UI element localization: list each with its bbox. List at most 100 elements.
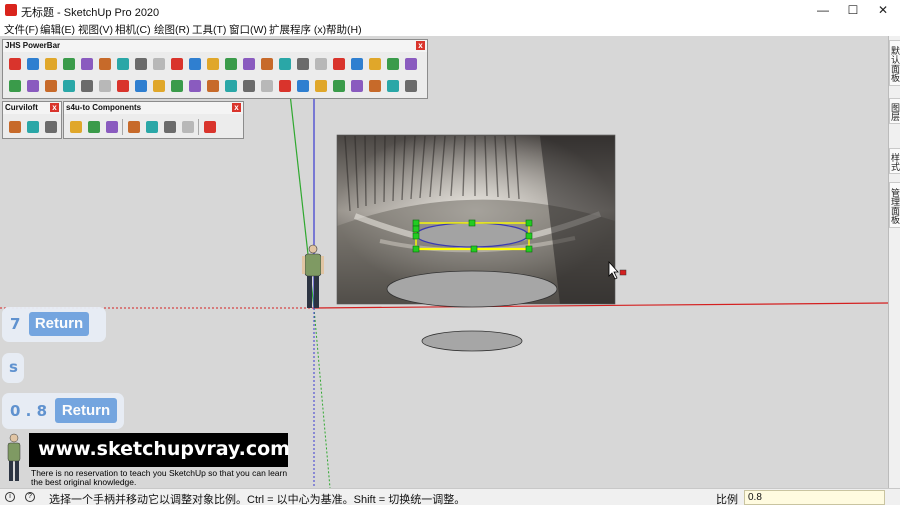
menu-tools[interactable]: 工具(T) [192,22,226,37]
tool-button[interactable] [403,56,419,72]
tool-button[interactable] [151,56,167,72]
tool-button[interactable] [349,56,365,72]
tool-button[interactable] [331,56,347,72]
tool-icon [207,80,219,92]
tool-button[interactable] [313,78,329,94]
toolbar-separator [198,119,199,135]
menu-file[interactable]: 文件(F) [4,22,38,37]
toolbar-close-button[interactable]: x [232,103,241,112]
tool-button[interactable] [7,56,23,72]
tool-button[interactable] [187,78,203,94]
tool-button[interactable] [115,78,131,94]
tool-button[interactable] [151,78,167,94]
close-button[interactable]: ✕ [868,0,898,20]
tool-button[interactable] [241,78,257,94]
tool-button[interactable] [43,119,59,135]
watermark-url: www.sketchupvray.com [38,438,290,460]
tool-icon [204,121,216,133]
tool-button[interactable] [187,56,203,72]
tool-icon [405,80,417,92]
keystroke-key: 0 . 8 [10,402,48,420]
circle-info-icon[interactable]: i [5,492,15,502]
tool-button[interactable] [223,78,239,94]
tool-icon [387,80,399,92]
tool-button[interactable] [205,56,221,72]
tool-button[interactable] [223,56,239,72]
tray-tab-styles[interactable]: 样式 [889,148,900,174]
tool-button[interactable] [133,78,149,94]
tool-button[interactable] [7,78,23,94]
minimize-button[interactable]: — [808,0,838,20]
tool-button[interactable] [385,78,401,94]
tool-button[interactable] [295,56,311,72]
tool-button[interactable] [25,119,41,135]
tool-button[interactable] [241,56,257,72]
keystroke-return-pill: Return [29,312,89,336]
tool-icon [128,121,140,133]
tool-button[interactable] [97,56,113,72]
tool-button[interactable] [295,78,311,94]
tool-button[interactable] [277,78,293,94]
tool-button[interactable] [169,78,185,94]
tool-button[interactable] [367,56,383,72]
tool-icon [146,121,158,133]
help-icon[interactable]: ? [25,492,35,502]
large-ellipse[interactable] [386,270,558,308]
tool-icon [63,80,75,92]
tool-button[interactable] [144,119,160,135]
tool-button[interactable] [180,119,196,135]
floor-ellipse[interactable] [421,330,523,352]
tool-button[interactable] [97,78,113,94]
tool-icon [182,121,194,133]
menu-edit[interactable]: 编辑(E) [40,22,75,37]
menu-extensions[interactable]: 扩展程序 (x) [269,22,326,37]
tool-button[interactable] [162,119,178,135]
tool-button[interactable] [7,119,23,135]
toolbar-close-button[interactable]: x [416,41,425,50]
tool-button[interactable] [43,78,59,94]
tool-button[interactable] [133,56,149,72]
tool-button[interactable] [202,119,218,135]
tool-button[interactable] [25,56,41,72]
tool-icon [153,58,165,70]
tool-button[interactable] [367,78,383,94]
tool-button[interactable] [259,78,275,94]
tool-button[interactable] [43,56,59,72]
tool-button[interactable] [205,78,221,94]
tool-button[interactable] [403,78,419,94]
tool-button[interactable] [331,78,347,94]
maximize-button[interactable]: ☐ [838,0,868,20]
tray-tab-default[interactable]: 默认面板 [889,40,900,86]
tool-button[interactable] [86,119,102,135]
tool-button[interactable] [25,78,41,94]
tool-button[interactable] [115,56,131,72]
toolbar-s4u-to-components: s4u-to Components x [63,101,244,139]
tool-button[interactable] [169,56,185,72]
menu-window[interactable]: 窗口(W) [229,22,267,37]
menu-camera[interactable]: 相机(C) [115,22,151,37]
tool-button[interactable] [349,78,365,94]
tool-button[interactable] [79,78,95,94]
tool-button[interactable] [79,56,95,72]
status-bar: i ? 选择一个手柄并移动它以调整对象比例。Ctrl = 以中心为基准。Shif… [0,488,900,505]
tool-button[interactable] [61,78,77,94]
tray-tab-layers[interactable]: 图层 [889,98,900,124]
menu-help[interactable]: 帮助(H) [326,22,362,37]
measurements-input[interactable]: 0.8 [744,490,885,505]
toolbar-close-button[interactable]: x [50,103,59,112]
tool-button[interactable] [385,56,401,72]
window-title: 无标题 - SketchUp Pro 2020 [21,7,160,19]
menu-draw[interactable]: 绘图(R) [154,22,190,37]
tool-button[interactable] [68,119,84,135]
tool-button[interactable] [126,119,142,135]
tool-button[interactable] [259,56,275,72]
selected-ellipse[interactable] [415,222,529,248]
tool-button[interactable] [277,56,293,72]
tool-button[interactable] [104,119,120,135]
menu-view[interactable]: 视图(V) [78,22,113,37]
tool-icon [63,58,75,70]
keystroke-key: 7 [10,315,21,333]
tray-tab-manage[interactable]: 管理面板 [889,182,900,228]
tool-button[interactable] [313,56,329,72]
tool-button[interactable] [61,56,77,72]
